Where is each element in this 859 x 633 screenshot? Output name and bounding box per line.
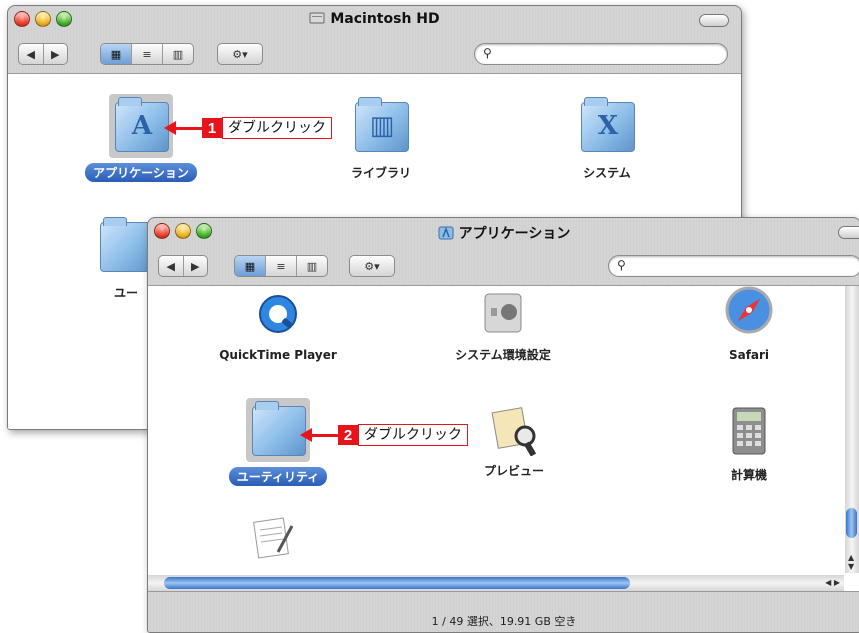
item-library[interactable]: ▥ ライブラリ — [316, 94, 446, 182]
nav-segment: ◀ ▶ — [158, 255, 208, 277]
toolbar-toggle-button[interactable] — [699, 14, 729, 27]
callout-2: 2 ダブルクリック — [300, 424, 468, 446]
horizontal-scrollbar[interactable]: ◀ ▶ — [148, 575, 844, 591]
list-view-button[interactable]: ≡ — [266, 256, 297, 276]
action-menu-button[interactable]: ⚙▾ — [349, 255, 395, 277]
arrow-left-icon — [164, 121, 176, 135]
item-label: システム環境設定 — [455, 348, 551, 362]
item-textedit[interactable] — [238, 512, 308, 568]
back-button[interactable]: ◀ — [159, 256, 184, 276]
safari-icon — [725, 286, 773, 334]
forward-button[interactable]: ▶ — [44, 44, 68, 64]
item-safari[interactable]: Safari — [684, 286, 814, 363]
item-label: 計算機 — [730, 468, 767, 482]
search-field[interactable]: ⚲ — [608, 255, 859, 277]
item-system[interactable]: X システム — [542, 94, 672, 182]
scroll-arrows[interactable]: ◀ ▶ — [825, 578, 840, 587]
system-folder-icon: X — [581, 97, 635, 152]
view-segment: ▦ ≡ ▥ — [100, 43, 194, 65]
search-icon: ⚲ — [617, 258, 626, 272]
horizontal-scroll-thumb[interactable] — [164, 577, 630, 589]
utilities-folder-icon — [252, 401, 306, 456]
toolbar: ◀ ▶ ▦ ≡ ▥ ⚙▾ ⚲ — [8, 33, 741, 73]
view-segment: ▦ ≡ ▥ — [234, 255, 328, 277]
item-system-preferences[interactable]: システム環境設定 — [428, 292, 578, 364]
callout-number: 2 — [338, 425, 358, 445]
item-label: Safari — [728, 348, 770, 362]
calculator-icon — [732, 407, 766, 455]
item-label: アプリケーション — [85, 163, 197, 182]
arrow-left-icon — [300, 428, 312, 442]
search-icon: ⚲ — [483, 46, 492, 60]
item-calculator[interactable]: 計算機 — [694, 406, 804, 484]
item-label: QuickTime Player — [219, 348, 337, 362]
icon-view-button[interactable]: ▦ — [235, 256, 266, 276]
icon-view-button[interactable]: ▦ — [101, 44, 132, 64]
vertical-scroll-thumb[interactable] — [846, 508, 857, 538]
item-quicktime[interactable]: QuickTime Player — [208, 292, 348, 363]
nav-segment: ◀ ▶ — [18, 43, 68, 65]
scroll-arrows[interactable]: ▲ ▼ — [848, 553, 854, 571]
applications-window: アプリケーション ◀ ▶ ▦ ≡ ▥ ⚙▾ ⚲ QuickTime Player… — [147, 217, 859, 633]
forward-button[interactable]: ▶ — [184, 256, 208, 276]
list-view-button[interactable]: ≡ — [132, 44, 163, 64]
applications-folder-icon — [438, 226, 454, 244]
status-bar: 1 / 49 選択、19.91 GB 空き — [431, 615, 577, 628]
window-title: Macintosh HD — [8, 11, 741, 29]
item-label: プレビュー — [483, 464, 544, 478]
item-label: ユーティリティ — [228, 467, 328, 486]
toolbar: ◀ ▶ ▦ ≡ ▥ ⚙▾ ⚲ — [148, 245, 859, 285]
search-field[interactable]: ⚲ — [474, 43, 728, 65]
quicktime-icon — [259, 295, 297, 333]
toolbar-toggle-button[interactable] — [838, 226, 859, 239]
textedit-icon — [253, 517, 294, 559]
column-view-button[interactable]: ▥ — [163, 44, 193, 64]
item-label: システム — [583, 166, 631, 180]
column-view-button[interactable]: ▥ — [297, 256, 327, 276]
back-button[interactable]: ◀ — [19, 44, 44, 64]
callout-1: 1 ダブルクリック — [164, 117, 332, 139]
front-content-area: QuickTime Player システム環境設定 Safari ユーティリティ… — [148, 285, 859, 592]
users-folder-icon — [100, 217, 154, 272]
action-menu-button[interactable]: ⚙▾ — [217, 43, 263, 65]
callout-number: 1 — [202, 118, 222, 138]
callout-text: ダブルクリック — [222, 117, 332, 139]
vertical-scrollbar[interactable]: ▲ ▼ — [845, 286, 859, 573]
system-preferences-icon — [484, 293, 522, 333]
item-label: ユー — [113, 286, 138, 300]
library-folder-icon: ▥ — [355, 97, 409, 152]
title-bar[interactable]: アプリケーション — [148, 218, 859, 244]
preview-icon — [491, 407, 537, 457]
title-bar[interactable]: Macintosh HD — [8, 6, 741, 32]
gear-icon: ⚙▾ — [364, 259, 380, 273]
item-label: ライブラリ — [350, 166, 411, 180]
gear-icon: ⚙▾ — [232, 47, 248, 61]
window-title: アプリケーション — [148, 223, 859, 244]
hard-disk-icon — [309, 11, 325, 29]
callout-text: ダブルクリック — [358, 424, 468, 446]
applications-folder-icon: A — [115, 97, 169, 152]
